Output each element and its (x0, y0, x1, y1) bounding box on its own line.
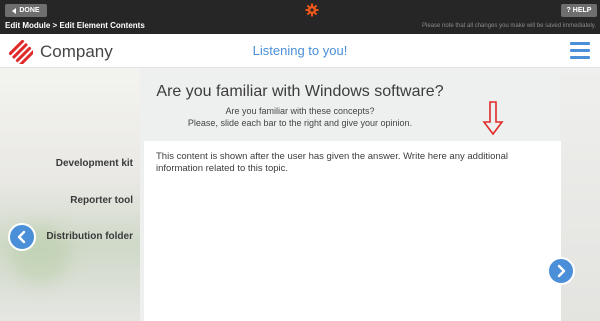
chevron-right-icon (557, 264, 566, 278)
module-preview: Company Listening to you! Are you famili… (0, 34, 600, 321)
gear-icon[interactable] (305, 3, 319, 17)
question-title: Are you familiar with Windows software? (156, 83, 444, 100)
item-label-reporter-tool: Reporter tool (70, 195, 133, 206)
next-button[interactable] (547, 257, 575, 285)
app-header: Company Listening to you! (0, 34, 600, 68)
breadcrumb: Edit Module > Edit Element Contents (5, 21, 145, 30)
chevron-left-icon (17, 230, 26, 244)
help-button[interactable]: ? HELP (561, 4, 597, 17)
question-subtitle: Are you familiar with these concepts? (225, 106, 375, 116)
editor-toolbar: DONE ? HELP (0, 0, 600, 20)
page-title: Listening to you! (252, 43, 348, 58)
menu-icon[interactable] (570, 42, 590, 60)
item-label-distribution-folder: Distribution folder (46, 231, 133, 242)
done-label: DONE (19, 7, 40, 14)
down-arrow-icon (482, 101, 504, 136)
done-button[interactable]: DONE (5, 4, 47, 17)
autosave-notice: Please note that all changes you make wi… (422, 23, 596, 29)
breadcrumb-bar: Edit Module > Edit Element Contents Plea… (0, 20, 600, 34)
help-label: HELP (572, 7, 592, 14)
back-triangle-icon (12, 7, 17, 14)
feedback-text: This content is shown after the user has… (156, 151, 509, 174)
question-instructions: Please, slide each bar to the right and … (187, 118, 413, 128)
previous-button[interactable] (8, 223, 36, 251)
feedback-panel: This content is shown after the user has… (144, 141, 561, 321)
question-icon: ? (566, 7, 571, 14)
item-label-development-kit: Development kit (55, 158, 133, 169)
